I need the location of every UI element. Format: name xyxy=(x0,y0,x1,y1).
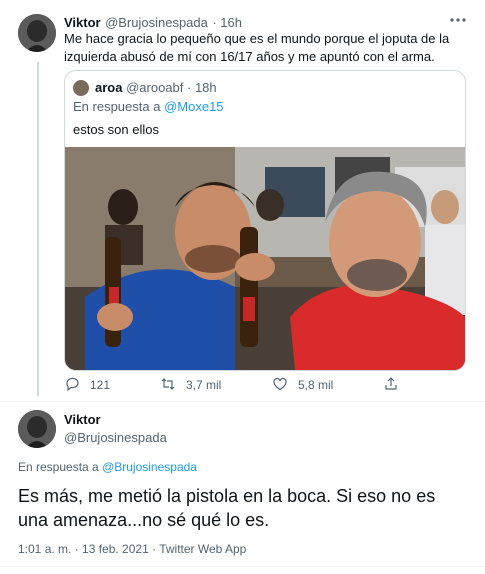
quoted-reply-context: En respuesta a @Moxe15 xyxy=(73,99,224,114)
quoted-tweet[interactable]: aroa @arooabf · 18h En respuesta a @Moxe… xyxy=(64,70,466,371)
reply-button[interactable]: 121 xyxy=(64,376,110,394)
focused-tweet-text: Es más, me metió la pistola en la boca. … xyxy=(18,486,436,530)
author-handle[interactable]: @Brujosinespada xyxy=(105,15,208,30)
reply-prefix: En respuesta a xyxy=(73,99,161,114)
share-icon xyxy=(383,376,399,395)
quoted-header: aroa @arooabf · 18h xyxy=(95,80,217,95)
tweet-text: Me hace gracia lo pequeño que es el mund… xyxy=(64,31,450,64)
quoted-text: estos son ellos xyxy=(73,122,159,137)
share-button[interactable] xyxy=(383,376,399,394)
divider xyxy=(0,401,485,402)
author-name[interactable]: Viktor xyxy=(64,15,101,30)
tweet-time[interactable]: · 16h xyxy=(212,15,242,30)
quoted-photo[interactable] xyxy=(65,147,465,370)
thread-line xyxy=(37,62,39,396)
avatar[interactable] xyxy=(18,410,56,448)
quoted-author-handle: @arooabf xyxy=(126,80,184,95)
avatar[interactable] xyxy=(18,14,56,52)
quoted-author-name: aroa xyxy=(95,80,123,95)
reply-count: 121 xyxy=(90,378,111,392)
quoted-time: · 18h xyxy=(187,80,217,95)
retweet-button[interactable]: 3,7 mil xyxy=(160,376,221,394)
divider xyxy=(0,566,485,567)
retweet-icon xyxy=(160,376,176,395)
avatar xyxy=(73,80,89,96)
more-icon[interactable] xyxy=(448,12,468,28)
tweet-timestamp[interactable]: 1:01 a. m. · 13 feb. 2021 · Twitter Web … xyxy=(18,542,246,556)
retweet-count: 3,7 mil xyxy=(186,378,222,392)
author-name[interactable]: Viktor xyxy=(64,412,101,427)
like-icon xyxy=(272,376,288,395)
reply-prefix: En respuesta a xyxy=(18,460,99,474)
author-handle[interactable]: @Brujosinespada xyxy=(64,430,167,445)
reply-to-link[interactable]: @Brujosinespada xyxy=(102,460,197,474)
reply-icon xyxy=(64,376,80,395)
reply-context: En respuesta a @Brujosinespada xyxy=(18,460,197,474)
reply-to-link[interactable]: @Moxe15 xyxy=(164,99,223,114)
like-button[interactable]: 5,8 mil xyxy=(272,376,333,394)
like-count: 5,8 mil xyxy=(298,378,334,392)
